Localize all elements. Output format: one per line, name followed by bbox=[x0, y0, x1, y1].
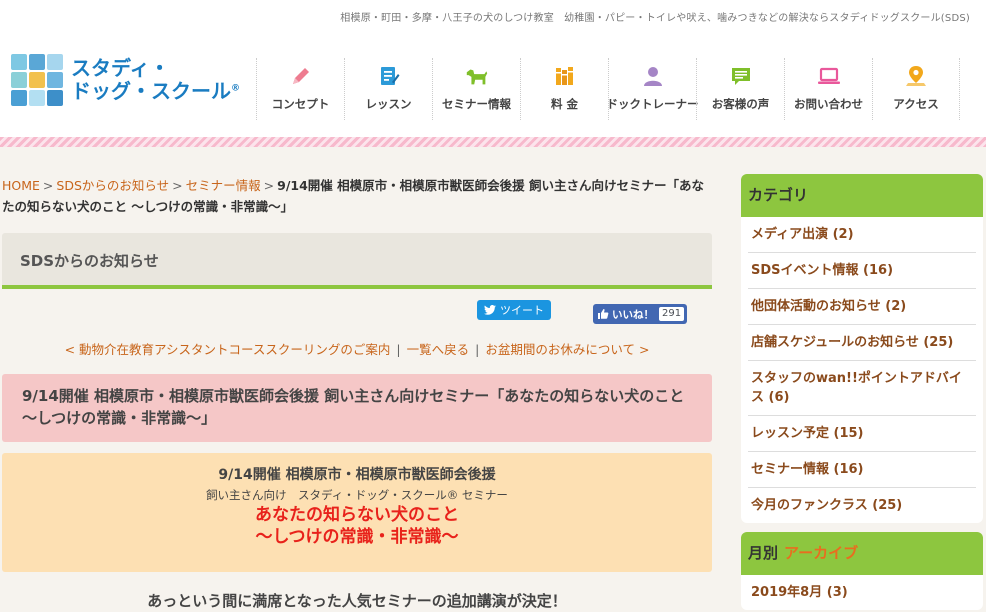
archive-title: アーカイブ bbox=[784, 544, 859, 562]
dog-icon bbox=[464, 63, 490, 89]
category-item-seminar[interactable]: セミナー情報 (16) bbox=[748, 452, 976, 488]
seminar-title-line2: ～しつけの常識・非常識～ bbox=[255, 527, 459, 547]
logo-text-line1: スタディ・ bbox=[71, 56, 170, 80]
category-list: メディア出演 (2) SDSイベント情報 (16) 他団体活動のお知らせ (2)… bbox=[741, 217, 983, 523]
category-title: カテゴリ bbox=[748, 186, 809, 204]
section-title: SDSからのお知らせ bbox=[20, 252, 159, 270]
nav-item-voice[interactable]: お客様の声 bbox=[696, 58, 784, 120]
seminar-title-line1: あなたの知らない犬のこと bbox=[255, 505, 459, 525]
nav-item-access[interactable]: アクセス bbox=[872, 58, 960, 120]
breadcrumb-seminar[interactable]: セミナー情報 bbox=[186, 178, 261, 193]
archive-list: 2019年8月 (3) bbox=[741, 575, 983, 610]
nav-item-seminar[interactable]: セミナー情報 bbox=[432, 58, 520, 120]
category-item-lesson-schedule[interactable]: レッスン予定 (15) bbox=[748, 416, 976, 452]
breadcrumb: HOME > SDSからのお知らせ > セミナー情報 >9/14開催 相模原市・相模原市獣… bbox=[2, 175, 712, 217]
books-icon bbox=[552, 63, 578, 89]
like-count: 291 bbox=[659, 307, 685, 321]
post-lead-text: あっという間に満席となった人気セミナーの追加講演が決定！ bbox=[147, 592, 567, 610]
logo-mosaic-icon bbox=[11, 54, 63, 106]
category-item-media[interactable]: メディア出演 (2) bbox=[748, 217, 976, 253]
breadcrumb-home[interactable]: HOME bbox=[2, 178, 40, 193]
person-icon bbox=[640, 63, 666, 89]
seminar-subheading: 飼い主さん向け スタディ・ドッグ・スクール® セミナー bbox=[206, 488, 508, 502]
post-navigation: < 動物介在教育アシスタントコーススクーリングのご案内 | 一覧へ戻る | お盆期間のお… bbox=[2, 339, 712, 358]
breadcrumb-news[interactable]: SDSからのお知らせ bbox=[56, 178, 169, 193]
nav-label: 料 金 bbox=[550, 97, 578, 111]
archive-heading: 月別 アーカイブ bbox=[741, 532, 983, 575]
like-label: いいね！ bbox=[612, 308, 654, 321]
notebook-icon bbox=[376, 63, 402, 89]
site-tagline: 相模原・町田・多摩・八王子の犬のしつけ教室 幼稚園・パピー・トイレや吠え、噛みつ… bbox=[340, 13, 970, 24]
nav-separator: | bbox=[475, 342, 480, 357]
nav-label: お客様の声 bbox=[711, 97, 770, 111]
category-item-sds-events[interactable]: SDSイベント情報 (16) bbox=[748, 253, 976, 289]
category-item-staff-advice[interactable]: スタッフのwan!!ポイントアドバイス (6) bbox=[748, 361, 976, 416]
breadcrumb-separator: > bbox=[42, 178, 54, 193]
category-item-fun-class[interactable]: 今月のファンクラス (25) bbox=[748, 488, 976, 523]
archive-title-prefix: 月別 bbox=[748, 544, 779, 562]
post-title-box: 9/14開催 相模原市・相模原市獣医師会後援 飼い主さん向けセミナー「あなたの知… bbox=[2, 374, 712, 442]
site-logo[interactable]: スタディ・ ドッグ・スクール® bbox=[11, 52, 251, 108]
message-icon bbox=[728, 63, 754, 89]
decorative-band bbox=[0, 137, 986, 147]
nav-item-concept[interactable]: コンセプト bbox=[256, 58, 344, 120]
nav-item-contact[interactable]: お問い合わせ bbox=[784, 58, 872, 120]
seminar-heading: 9/14開催 相模原市・相模原市獣医師会後援 bbox=[218, 467, 496, 483]
next-post-link[interactable]: お盆期間のお休みについて > bbox=[485, 342, 649, 357]
nav-item-trainer[interactable]: ドックトレーナー bbox=[606, 58, 699, 120]
pencil-icon bbox=[288, 63, 314, 89]
post-title: 9/14開催 相模原市・相模原市獣医師会後援 飼い主さん向けセミナー「あなたの知… bbox=[22, 387, 685, 427]
breadcrumb-separator: > bbox=[263, 178, 275, 193]
archive-item-2019-08[interactable]: 2019年8月 (3) bbox=[748, 575, 976, 610]
section-header: SDSからのお知らせ bbox=[2, 233, 712, 289]
prev-post-link[interactable]: < 動物介在教育アシスタントコーススクーリングのご案内 bbox=[65, 342, 391, 357]
nav-separator: | bbox=[396, 342, 401, 357]
laptop-icon bbox=[816, 63, 842, 89]
nav-label: ドックトレーナー bbox=[606, 97, 699, 111]
nav-label: アクセス bbox=[893, 97, 939, 111]
nav-label: コンセプト bbox=[271, 97, 330, 111]
sidebar-categories: カテゴリ メディア出演 (2) SDSイベント情報 (16) 他団体活動のお知ら… bbox=[741, 174, 983, 523]
category-item-store-schedule[interactable]: 店舗スケジュールのお知らせ (25) bbox=[748, 325, 976, 361]
seminar-info-box: 9/14開催 相模原市・相模原市獣医師会後援 飼い主さん向け スタディ・ドッグ・… bbox=[2, 453, 712, 572]
twitter-bird-icon bbox=[484, 305, 496, 315]
sidebar-archive: 月別 アーカイブ 2019年8月 (3) bbox=[741, 532, 983, 610]
map-pin-icon bbox=[903, 63, 929, 89]
facebook-like-button[interactable]: いいね！ 291 bbox=[593, 304, 687, 324]
tweet-button[interactable]: ツイート bbox=[477, 300, 551, 320]
category-heading: カテゴリ bbox=[741, 174, 983, 217]
back-to-list-link[interactable]: 一覧へ戻る bbox=[407, 342, 470, 357]
category-item-other-groups[interactable]: 他団体活動のお知らせ (2) bbox=[748, 289, 976, 325]
logo-text-line2: ドッグ・スクール bbox=[71, 79, 231, 103]
nav-item-lesson[interactable]: レッスン bbox=[344, 58, 432, 120]
global-nav: コンセプト レッスン セミナー情報 料 金 ドックトレーナー お客様の声 お問い… bbox=[256, 58, 960, 120]
tweet-label: ツイート bbox=[500, 304, 544, 317]
nav-item-price[interactable]: 料 金 bbox=[520, 58, 608, 120]
thumbs-up-icon bbox=[598, 309, 609, 319]
nav-label: セミナー情報 bbox=[442, 97, 511, 111]
breadcrumb-separator: > bbox=[172, 178, 183, 193]
nav-label: レッスン bbox=[365, 97, 412, 111]
nav-label: お問い合わせ bbox=[794, 97, 863, 111]
registered-mark: ® bbox=[231, 83, 240, 94]
